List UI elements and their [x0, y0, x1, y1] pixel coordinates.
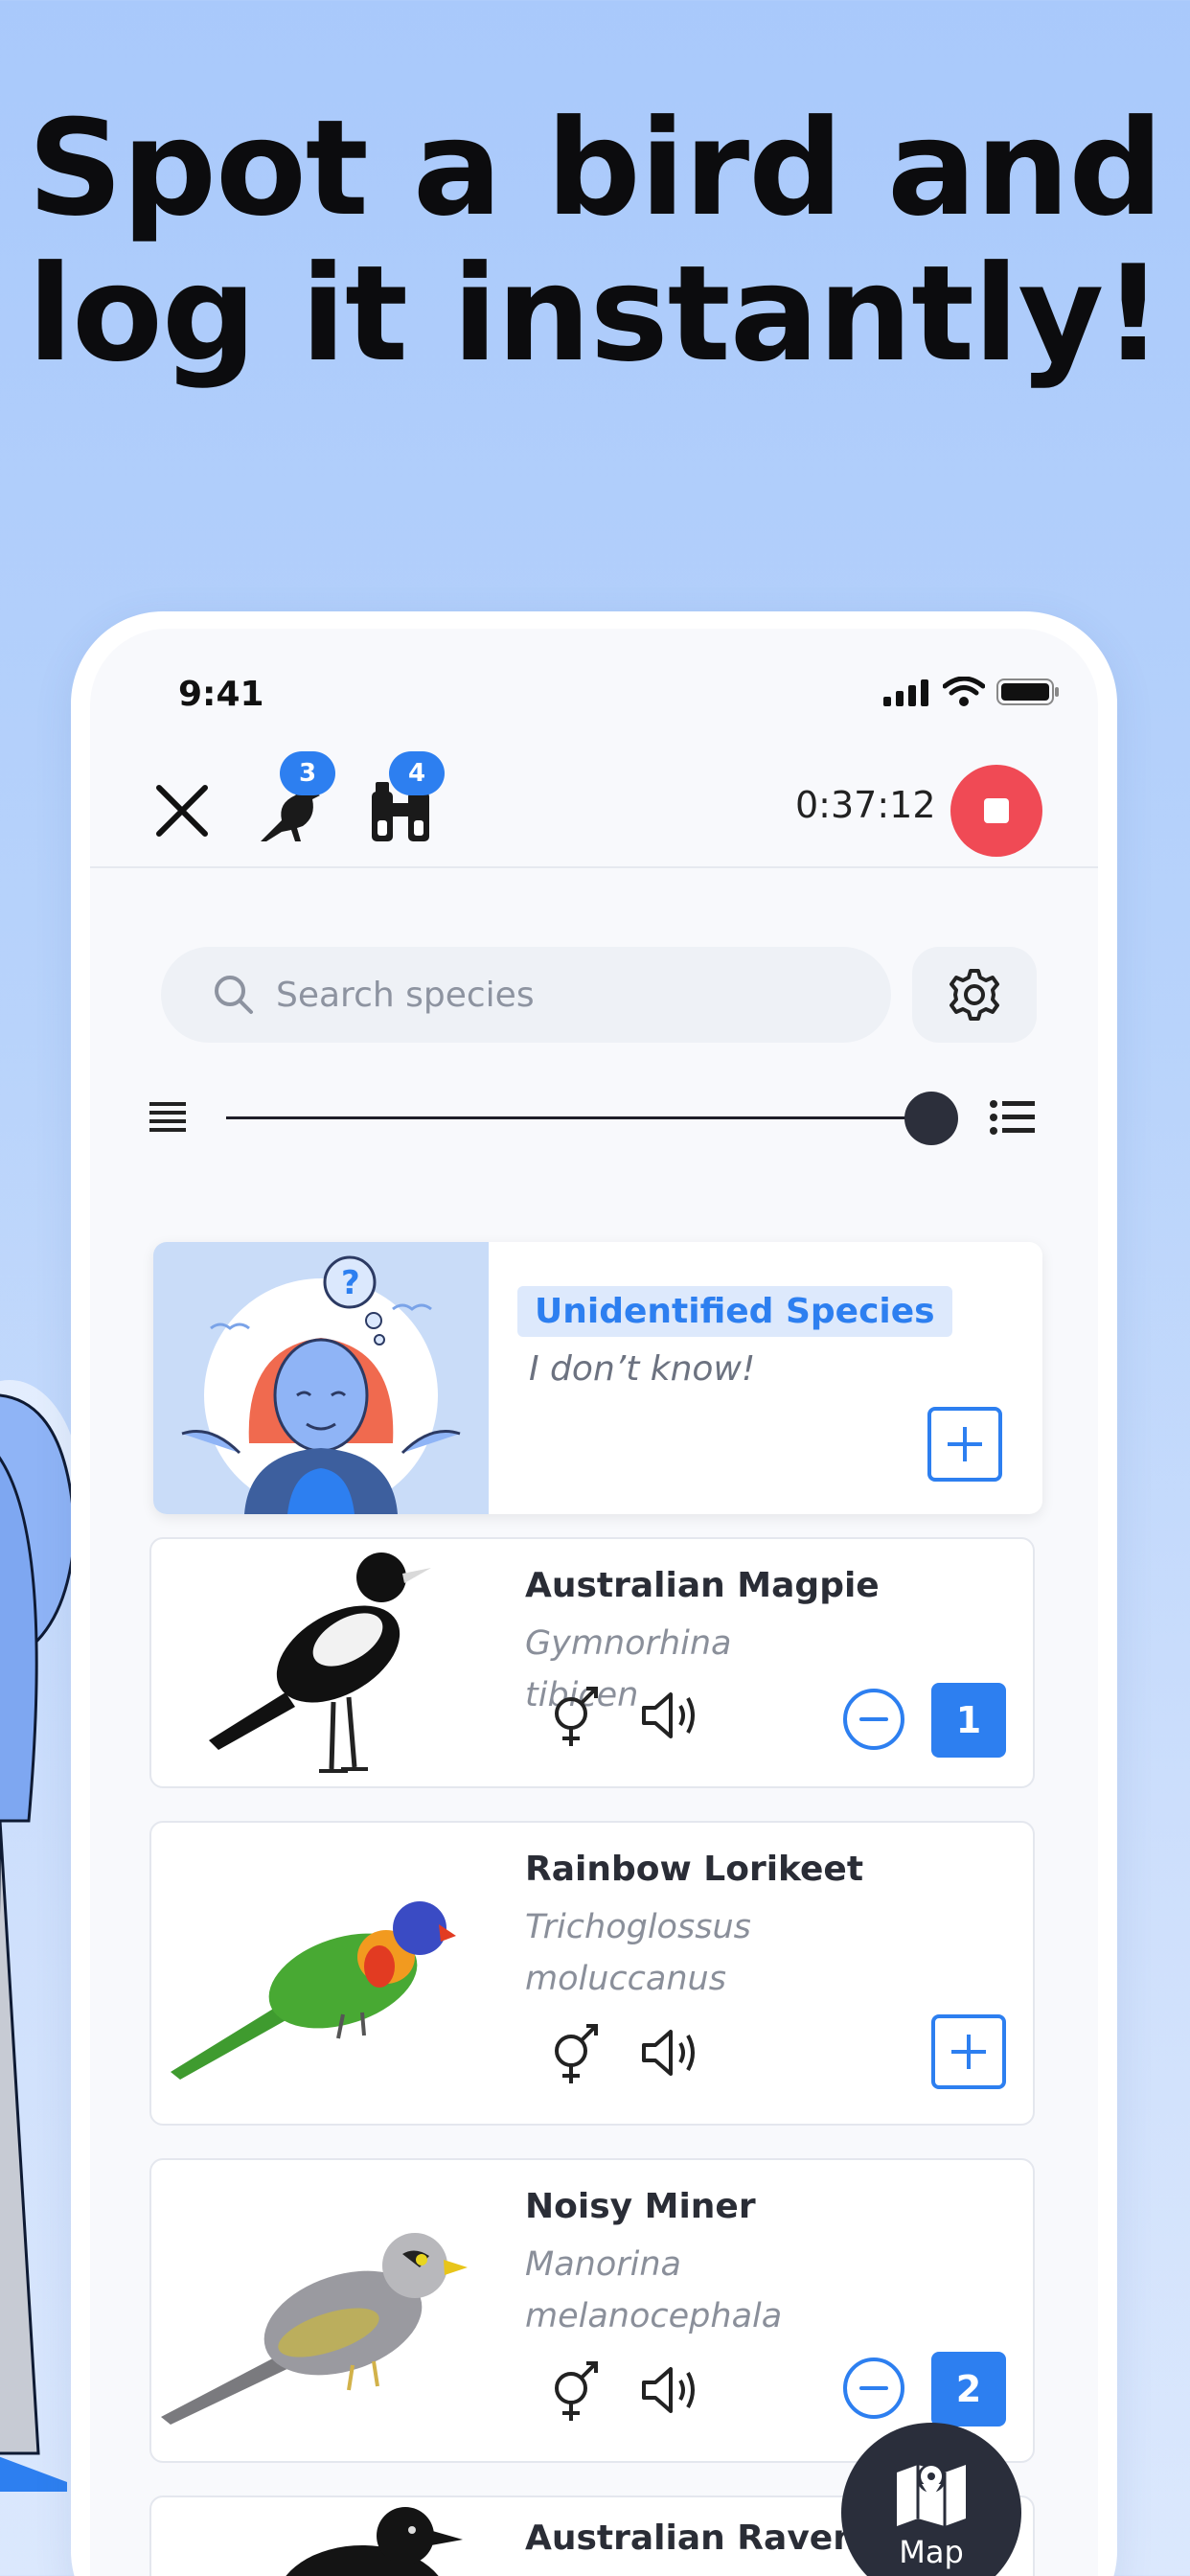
- density-slider-track[interactable]: [226, 1116, 935, 1119]
- close-icon: [156, 785, 208, 837]
- map-icon: [897, 2464, 966, 2526]
- session-toolbar: 3 4 0:37:12: [90, 734, 1098, 868]
- species-scientific-name: Manorina melanocephala: [525, 2245, 783, 2335]
- plus-icon: [948, 1427, 982, 1461]
- species-common-name: Australian Raven: [525, 2518, 858, 2558]
- species-count-badge: 3: [280, 751, 335, 795]
- unidentified-species-card[interactable]: ? Unidentified Species I don’t know!: [153, 1242, 1042, 1514]
- lorikeet-photo: [151, 1823, 506, 2124]
- signal-icon: [883, 679, 928, 706]
- app-screen: 9:41 3 4 0:37:12 Search species ? Uniden…: [90, 629, 1098, 2576]
- gender-icon[interactable]: [546, 2358, 604, 2425]
- raven-photo: [151, 2497, 506, 2576]
- density-slider-thumb[interactable]: [904, 1092, 958, 1145]
- search-input[interactable]: Search species: [161, 947, 891, 1043]
- speaker-icon[interactable]: [640, 2361, 701, 2419]
- stop-session-button[interactable]: [950, 765, 1042, 857]
- species-common-name: Australian Magpie: [525, 1566, 880, 1605]
- status-bar: 9:41: [90, 629, 1098, 715]
- speaker-icon[interactable]: [640, 2024, 701, 2082]
- phone-frame: 9:41 3 4 0:37:12 Search species ? Uniden…: [71, 611, 1117, 2576]
- sightings-count-badge: 4: [389, 751, 445, 795]
- battery-icon: [996, 678, 1059, 705]
- headline-line-1: Spot a bird and: [27, 91, 1163, 245]
- list-detailed-icon[interactable]: [989, 1098, 1037, 1137]
- minus-icon: [859, 2386, 888, 2390]
- search-placeholder: Search species: [276, 975, 535, 1015]
- species-card-noisy-miner[interactable]: Noisy Miner Manorina melanocephala 2: [149, 2158, 1035, 2463]
- species-common-name: Rainbow Lorikeet: [525, 1850, 864, 1889]
- decrement-button[interactable]: [843, 2358, 904, 2419]
- noisy-miner-photo: [151, 2160, 506, 2461]
- gender-icon[interactable]: [546, 2020, 604, 2087]
- minus-icon: [859, 1717, 888, 1721]
- sighting-count[interactable]: 2: [931, 2352, 1006, 2426]
- unidentified-subtitle: I don’t know!: [529, 1349, 756, 1389]
- add-sighting-button[interactable]: [931, 2014, 1006, 2089]
- stop-icon: [984, 798, 1009, 823]
- species-card-rainbow-lorikeet[interactable]: Rainbow Lorikeet Trichoglossus moluccanu…: [149, 1821, 1035, 2126]
- headline: Spot a bird and log it instantly!: [0, 96, 1190, 387]
- speaker-icon[interactable]: [640, 1687, 701, 1744]
- status-icons: [883, 677, 1060, 707]
- status-time: 9:41: [178, 675, 264, 714]
- sighting-count[interactable]: 1: [931, 1683, 1006, 1758]
- close-button[interactable]: [153, 782, 211, 840]
- plus-icon: [951, 2035, 986, 2069]
- decrement-button[interactable]: [843, 1689, 904, 1750]
- magpie-photo: [151, 1539, 506, 1786]
- gear-icon: [950, 969, 999, 1021]
- list-density-control: [90, 1079, 1098, 1156]
- gender-icon[interactable]: [546, 1683, 604, 1750]
- add-unidentified-button[interactable]: [927, 1407, 1002, 1482]
- session-timer: 0:37:12: [795, 784, 936, 826]
- wifi-icon: [943, 677, 985, 706]
- svg-text:?: ?: [341, 1264, 360, 1302]
- unidentified-tag: Unidentified Species: [517, 1286, 952, 1337]
- species-scientific-name: Trichoglossus moluccanus: [525, 1908, 751, 1998]
- map-button-label: Map: [899, 2534, 964, 2570]
- unidentified-illustration: ?: [153, 1242, 489, 1514]
- list-compact-icon[interactable]: [148, 1098, 188, 1137]
- species-card-australian-magpie[interactable]: Australian Magpie Gymnorhina tibicen 1: [149, 1537, 1035, 1788]
- sightings-count-button[interactable]: 4: [362, 751, 445, 845]
- settings-button[interactable]: [912, 947, 1037, 1043]
- species-common-name: Noisy Miner: [525, 2187, 756, 2226]
- species-count-button[interactable]: 3: [253, 751, 335, 845]
- search-icon: [215, 976, 253, 1014]
- headline-line-2: log it instantly!: [27, 237, 1163, 391]
